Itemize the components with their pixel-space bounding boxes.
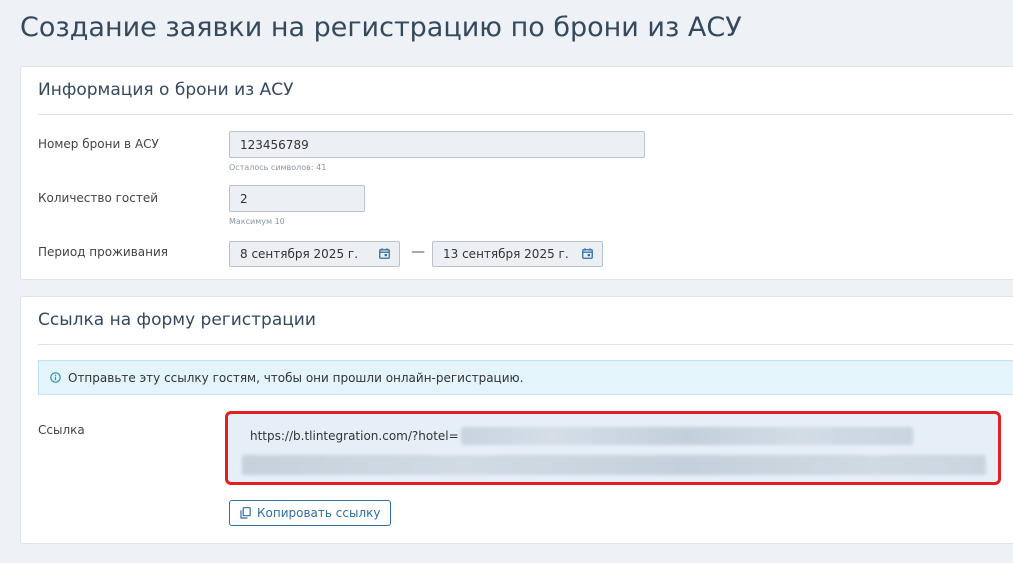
guests-count-input[interactable]: 2 bbox=[229, 185, 365, 212]
guests-count-value: 2 bbox=[240, 191, 248, 206]
booking-info-header: Информация о брони из АСУ bbox=[38, 67, 1013, 115]
registration-link-panel: Ссылка на форму регистрации Отправьте эт… bbox=[20, 296, 1013, 544]
redacted-link-part bbox=[242, 455, 986, 475]
booking-number-hint: Осталось символов: 41 bbox=[229, 163, 327, 172]
date-from-value: 8 сентября 2025 г. bbox=[240, 247, 359, 261]
registration-link-title: Ссылка на форму регистрации bbox=[38, 310, 316, 330]
copy-icon bbox=[240, 507, 251, 519]
info-alert: Отправьте эту ссылку гостям, чтобы они п… bbox=[38, 360, 1013, 395]
guests-count-hint: Максимум 10 bbox=[229, 217, 285, 226]
booking-number-label: Номер брони в АСУ bbox=[38, 137, 159, 151]
registration-link-text: https://b.tlintegration.com/?hotel= bbox=[250, 427, 913, 445]
copy-link-label: Копировать ссылку bbox=[257, 506, 381, 520]
link-label: Ссылка bbox=[38, 423, 85, 437]
registration-link-field[interactable]: https://b.tlintegration.com/?hotel= bbox=[225, 411, 1001, 485]
info-icon bbox=[50, 372, 61, 383]
redacted-link-part bbox=[460, 427, 913, 445]
guests-count-label: Количество гостей bbox=[38, 191, 159, 205]
info-alert-text: Отправьте эту ссылку гостям, чтобы они п… bbox=[68, 370, 524, 385]
registration-link-header: Ссылка на форму регистрации bbox=[38, 297, 1013, 345]
calendar-icon[interactable] bbox=[582, 248, 593, 259]
booking-info-panel: Информация о брони из АСУ Номер брони в … bbox=[20, 66, 1013, 280]
date-to-value: 13 сентября 2025 г. bbox=[443, 247, 569, 261]
date-to-input[interactable]: 13 сентября 2025 г. bbox=[432, 241, 603, 267]
booking-info-title: Информация о брони из АСУ bbox=[38, 80, 294, 100]
booking-number-value: 123456789 bbox=[240, 137, 309, 152]
date-range-separator: — bbox=[411, 244, 425, 260]
page-title: Создание заявки на регистрацию по брони … bbox=[20, 12, 742, 43]
stay-period-label: Период проживания bbox=[38, 245, 168, 259]
date-from-input[interactable]: 8 сентября 2025 г. bbox=[229, 241, 400, 267]
booking-number-input[interactable]: 123456789 bbox=[229, 131, 645, 158]
copy-link-button[interactable]: Копировать ссылку bbox=[229, 500, 392, 526]
registration-link-value: https://b.tlintegration.com/?hotel= bbox=[250, 429, 459, 443]
calendar-icon[interactable] bbox=[379, 248, 390, 259]
